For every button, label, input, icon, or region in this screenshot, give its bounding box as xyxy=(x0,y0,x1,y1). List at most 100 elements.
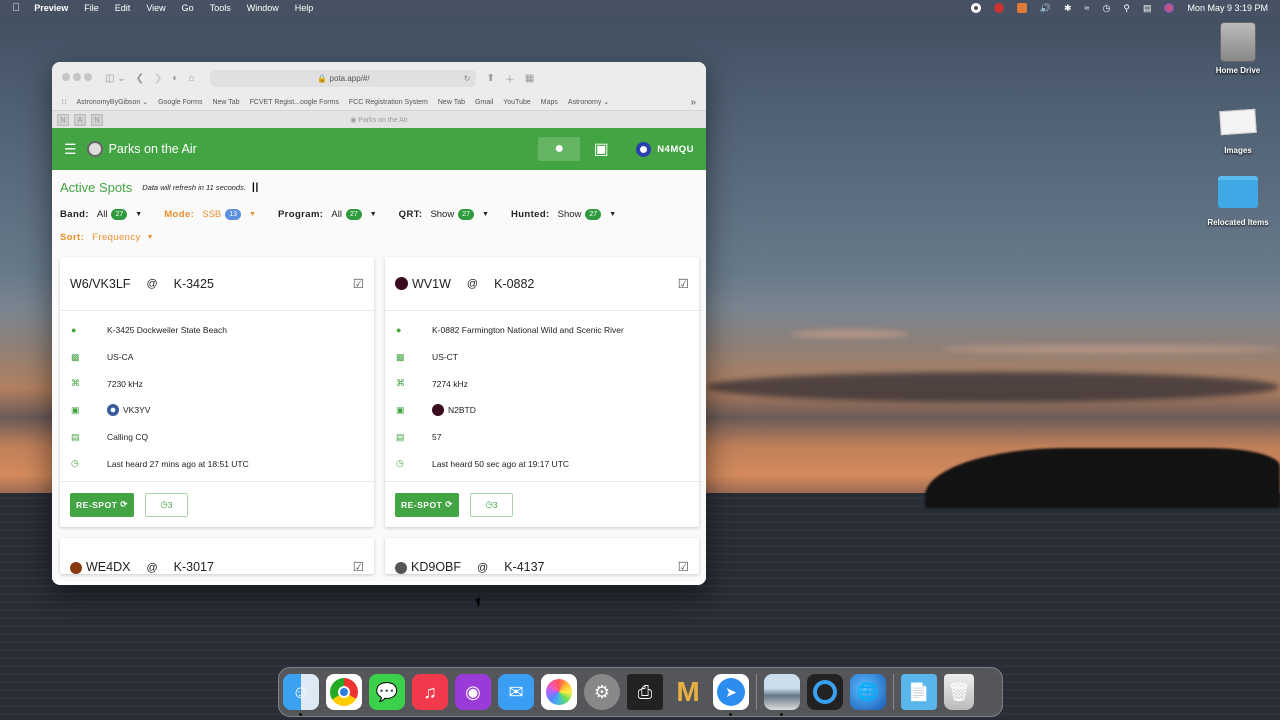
bookmark[interactable]: FCC Registration System xyxy=(349,99,428,106)
control-center-icon[interactable]: ▤ xyxy=(1143,3,1152,14)
filter-qrt[interactable]: QRT: Show 27 ▼ xyxy=(399,209,489,220)
spotter-callsign[interactable]: N2BTD xyxy=(448,405,476,415)
app-title: Parks on the Air xyxy=(108,142,197,156)
dock-quicktime[interactable] xyxy=(807,674,843,710)
app-status-icon[interactable] xyxy=(1016,3,1027,13)
activator-callsign[interactable]: KD9OBF xyxy=(411,560,461,574)
map-pin-button[interactable]: ● xyxy=(538,137,581,161)
window-controls xyxy=(62,72,95,84)
history-button[interactable]: ◷ 3 xyxy=(469,492,513,517)
park-reference[interactable]: K-3017 xyxy=(174,560,214,574)
filter-band[interactable]: Band: All 27 ▼ xyxy=(60,209,142,220)
dock-system-preferences[interactable]: ⚙ xyxy=(584,674,620,710)
sidebar-toggle-icon[interactable]: ◫ ⌄ xyxy=(105,73,126,84)
dock-printer[interactable]: ⎙ xyxy=(627,674,663,710)
comment-check-icon[interactable]: ☑ xyxy=(678,276,689,291)
more-bookmarks-icon[interactable]: » xyxy=(690,97,696,108)
close-window-button[interactable] xyxy=(62,72,70,81)
filter-program[interactable]: Program: All 27 ▼ xyxy=(278,209,377,220)
dock-network-utility[interactable]: 🌐 xyxy=(850,674,886,710)
screen-recorder-icon[interactable] xyxy=(993,3,1004,13)
bookmark[interactable]: Gmail xyxy=(475,99,493,106)
dock-trash[interactable]: 🗑 xyxy=(944,674,974,710)
desktop-item-images[interactable]: Images xyxy=(1198,104,1278,155)
bookmark[interactable]: YouTube xyxy=(503,99,531,106)
time-machine-icon[interactable]: ◷ xyxy=(1102,3,1110,14)
dock-safari[interactable]: ➤ xyxy=(713,674,749,716)
at-symbol: @ xyxy=(477,562,489,575)
comment-check-icon[interactable]: ☑ xyxy=(353,276,364,291)
history-button[interactable]: ◷ 3 xyxy=(144,492,188,517)
sort-select[interactable]: Sort: Frequency ▼ xyxy=(60,232,676,243)
minimize-window-button[interactable] xyxy=(73,72,81,81)
home-icon[interactable]: ⌂ xyxy=(188,73,194,84)
bookmark[interactable]: New Tab xyxy=(438,99,465,106)
dock-podcasts[interactable]: ◉ xyxy=(455,674,491,710)
park-reference[interactable]: K-4137 xyxy=(504,560,544,574)
filter-mode[interactable]: Mode: SSB 13 ▼ xyxy=(164,209,256,220)
record-icon[interactable] xyxy=(970,3,981,13)
bluetooth-icon[interactable]: ✱ xyxy=(1064,3,1072,14)
menu-view[interactable]: View xyxy=(146,3,165,13)
menu-help[interactable]: Help xyxy=(295,3,314,13)
desktop-item-home-drive[interactable]: Home Drive xyxy=(1198,22,1278,75)
wifi-icon[interactable]: ≈ xyxy=(1085,3,1090,13)
apple-menu-icon[interactable]:  xyxy=(12,2,20,14)
dock-messages[interactable]: 💬 xyxy=(369,674,405,710)
back-icon[interactable]: ❮ xyxy=(136,73,144,84)
calendar-button[interactable]: ▣ xyxy=(580,137,622,161)
spotter-callsign[interactable]: VK3YV xyxy=(123,405,150,415)
tab-overview-icon[interactable]: ▦ xyxy=(525,73,534,84)
menu-tools[interactable]: Tools xyxy=(210,3,231,13)
tab-title[interactable]: ◉ Parks on the Air xyxy=(52,116,706,124)
bookmark[interactable]: Astronomy ⌄ xyxy=(568,98,609,106)
menu-window[interactable]: Window xyxy=(247,3,279,13)
desktop-item-relocated-items[interactable]: Relocated Items xyxy=(1198,176,1278,227)
siri-icon[interactable] xyxy=(1164,3,1175,13)
hamburger-menu-icon[interactable]: ☰ xyxy=(64,141,77,158)
comment-check-icon[interactable]: ☑ xyxy=(678,559,689,574)
forward-icon[interactable]: ❯ xyxy=(154,73,162,84)
volume-icon[interactable]: 🔊 xyxy=(1040,3,1051,14)
dock-downloads-folder[interactable]: 📄 xyxy=(901,674,937,710)
refresh-status: Data will refresh in 11 seconds. xyxy=(142,183,246,192)
dock-music[interactable]: ♫ xyxy=(412,674,448,710)
dock-separator xyxy=(756,674,757,710)
bookmark[interactable]: FCVET Regist...oogle Forms xyxy=(250,99,339,106)
address-bar[interactable]: 🔒 pota.app/#/ ↻ xyxy=(210,69,477,87)
map-pin-icon: ● xyxy=(554,140,565,157)
bookmark[interactable]: AstronomyByGibson ⌄ xyxy=(76,98,148,106)
zoom-window-button[interactable] xyxy=(84,72,92,81)
bookmark[interactable]: New Tab xyxy=(212,99,239,106)
user-menu[interactable]: N4MQU xyxy=(636,141,694,157)
dock-chrome[interactable] xyxy=(326,674,362,710)
dock-maximdl[interactable]: M xyxy=(670,674,706,710)
park-reference[interactable]: K-0882 xyxy=(494,277,534,291)
menu-app-name[interactable]: Preview xyxy=(34,3,68,13)
respot-button[interactable]: RE-SPOT ⟳ xyxy=(70,492,134,517)
bookmark[interactable]: Maps xyxy=(541,99,558,106)
filter-hunted[interactable]: Hunted: Show 27 ▼ xyxy=(511,209,616,220)
pause-refresh-icon[interactable]: | | xyxy=(252,182,258,193)
dock-photos[interactable] xyxy=(541,674,577,710)
menu-clock[interactable]: Mon May 9 3:19 PM xyxy=(1187,3,1268,13)
park-reference[interactable]: K-3425 xyxy=(174,277,214,291)
new-tab-icon[interactable]: ＋ xyxy=(505,71,515,86)
activator-callsign[interactable]: W6/VK3LF xyxy=(70,277,130,291)
spotlight-search-icon[interactable]: ⚲ xyxy=(1123,3,1130,14)
activator-callsign[interactable]: WV1W xyxy=(412,277,451,291)
respot-button[interactable]: RE-SPOT ⟳ xyxy=(395,492,459,517)
reload-icon[interactable]: ↻ xyxy=(464,74,471,83)
bookmark[interactable]: Google Forms xyxy=(158,99,202,106)
activator-callsign[interactable]: WE4DX xyxy=(86,560,130,574)
menu-file[interactable]: File xyxy=(84,3,99,13)
menu-edit[interactable]: Edit xyxy=(115,3,131,13)
dock-preview[interactable] xyxy=(764,674,800,716)
privacy-shield-icon[interactable]: ◐ xyxy=(172,73,178,84)
menu-go[interactable]: Go xyxy=(182,3,194,13)
share-icon[interactable]: ⬆ xyxy=(486,73,494,84)
apps-grid-icon[interactable]: ∷ xyxy=(62,98,66,106)
dock-mail[interactable]: ✉ xyxy=(498,674,534,710)
dock-finder[interactable]: ☺ xyxy=(283,674,319,716)
comment-check-icon[interactable]: ☑ xyxy=(353,559,364,574)
